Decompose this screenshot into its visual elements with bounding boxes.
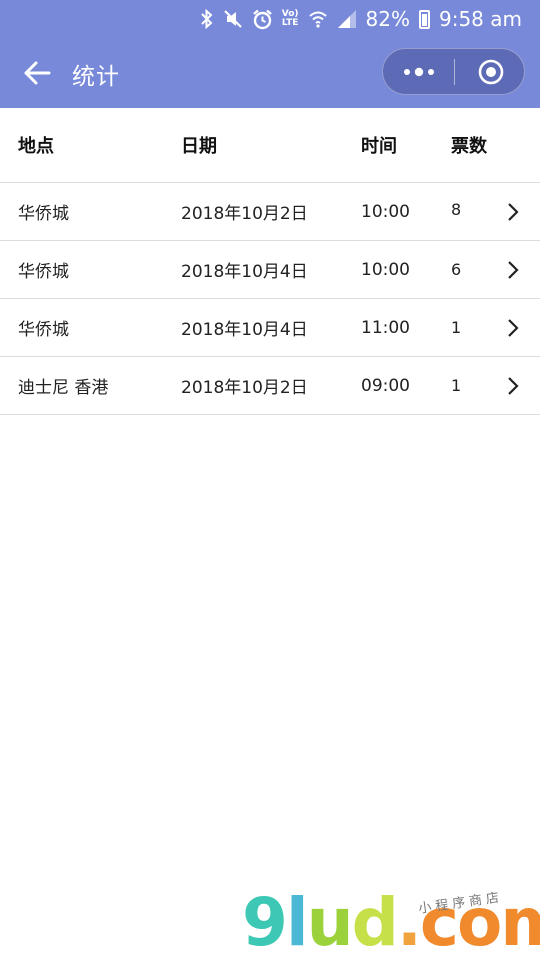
row-time: 09:00 — [361, 375, 410, 396]
chevron-right-icon[interactable] — [500, 241, 526, 298]
site-watermark-logo: 9lud.com 小程序商店 — [240, 888, 540, 960]
row-date: 2018年10月2日 — [181, 204, 308, 224]
page-title: 统计 — [72, 64, 120, 90]
arrow-left-icon — [24, 61, 51, 85]
battery-percent: 82% — [365, 7, 410, 31]
table-row[interactable]: 迪士尼 香港 2018年10月2日 09:00 1 — [0, 357, 540, 415]
chevron-right-icon[interactable] — [500, 183, 526, 240]
mini-program-capsule — [382, 48, 525, 95]
status-bar: Vo) LTE 82% 9:58 am — [0, 0, 540, 38]
header-tickets: 票数 — [451, 136, 487, 157]
row-place: 华侨城 — [18, 204, 69, 224]
table-header: 地点 日期 时间 票数 — [0, 108, 540, 183]
row-tickets: 1 — [451, 318, 462, 337]
back-button[interactable] — [14, 50, 60, 96]
row-date: 2018年10月4日 — [181, 320, 308, 340]
row-time: 10:00 — [361, 201, 410, 222]
bluetooth-icon — [200, 8, 214, 30]
row-tickets: 1 — [451, 376, 462, 395]
ticket-stats-table: 地点 日期 时间 票数 华侨城 2018年10月2日 10:00 8 华侨城 2… — [0, 108, 540, 415]
row-date: 2018年10月2日 — [181, 378, 308, 398]
row-date: 2018年10月4日 — [181, 262, 308, 282]
header-time: 时间 — [361, 136, 397, 157]
row-place: 华侨城 — [18, 320, 69, 340]
row-tickets: 8 — [451, 200, 462, 219]
volte-indicator: Vo) LTE — [282, 8, 299, 30]
row-place: 迪士尼 香港 — [18, 378, 109, 398]
chevron-right-icon[interactable] — [500, 357, 526, 414]
table-row[interactable]: 华侨城 2018年10月4日 11:00 1 — [0, 299, 540, 357]
target-circle-icon — [478, 59, 503, 84]
wifi-icon — [308, 8, 328, 30]
row-tickets: 6 — [451, 260, 462, 279]
lte-label: LTE — [281, 18, 299, 28]
app-header: Vo) LTE 82% 9:58 am 统计 — [0, 0, 540, 108]
signal-icon — [337, 8, 357, 30]
table-row[interactable]: 华侨城 2018年10月2日 10:00 8 — [0, 183, 540, 241]
clock-time: 9:58 am — [438, 7, 522, 31]
header-date: 日期 — [181, 136, 217, 157]
header-place: 地点 — [18, 136, 54, 157]
more-dots-icon — [403, 67, 434, 76]
close-button[interactable] — [455, 49, 526, 94]
battery-icon — [418, 8, 430, 30]
nav-bar: 统计 — [0, 38, 540, 108]
row-place: 华侨城 — [18, 262, 69, 282]
row-time: 11:00 — [361, 317, 410, 338]
mute-icon — [223, 8, 243, 30]
row-time: 10:00 — [361, 259, 410, 280]
alarm-icon — [252, 8, 273, 30]
table-row[interactable]: 华侨城 2018年10月4日 10:00 6 — [0, 241, 540, 299]
more-button[interactable] — [383, 49, 454, 94]
chevron-right-icon[interactable] — [500, 299, 526, 356]
